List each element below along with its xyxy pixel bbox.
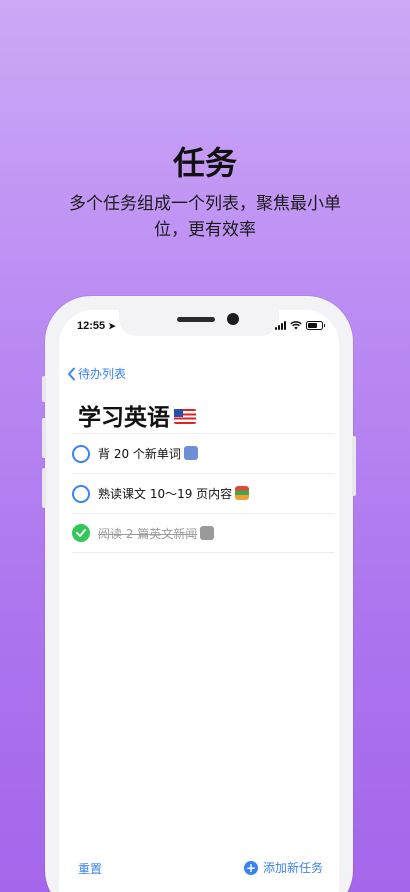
wifi-icon (290, 321, 302, 330)
location-arrow-icon: ➤ (108, 321, 116, 331)
battery-icon (306, 321, 325, 330)
task-checkbox-checked[interactable] (72, 524, 90, 542)
list-title: 学习英语 (78, 398, 196, 432)
plus-icon: + (243, 860, 258, 875)
status-indicators (275, 321, 325, 330)
books-icon (235, 486, 250, 500)
abc-letters-icon (183, 446, 198, 460)
status-time: 12:55 ➤ (77, 320, 116, 332)
task-checkbox[interactable] (72, 444, 90, 463)
add-task-button[interactable]: + 添加新任务 (243, 859, 323, 876)
newspaper-icon (200, 525, 215, 540)
list-title-text: 学习英语 (78, 405, 170, 431)
phone-side-button (42, 418, 46, 458)
phone-side-button (352, 436, 356, 496)
task-row[interactable]: 背 20 个新单词 (72, 433, 334, 473)
phone-side-button (42, 468, 46, 508)
task-list: 背 20 个新单词 熟读课文 10～19 页内容 阅读 2 篇英文新闻 (72, 433, 334, 553)
task-text: 熟读课文 10～19 页内容 (98, 485, 250, 502)
task-text: 阅读 2 篇英文新闻 (98, 525, 215, 542)
speaker (177, 317, 215, 322)
notch (119, 310, 279, 336)
chevron-left-icon (68, 367, 75, 380)
hero-title: 任务 (172, 144, 237, 182)
phone-side-button (42, 376, 46, 402)
phone-screen: 12:55 ➤ 待办列表 学习英语 背 20 个新单词 熟读课文 10～19 页… (59, 310, 339, 892)
back-label: 待办列表 (78, 367, 127, 381)
hero-subtitle: 多个任务组成一个列表，聚焦最小单位，更有效率 (69, 194, 341, 240)
task-row[interactable]: 阅读 2 篇英文新闻 (72, 513, 334, 553)
task-text: 背 20 个新单词 (98, 445, 198, 462)
status-time-text: 12:55 (77, 320, 106, 332)
signal-icon (275, 321, 286, 330)
task-checkbox[interactable] (72, 484, 90, 503)
checkmark-icon (76, 529, 86, 537)
phone-frame: 12:55 ➤ 待办列表 学习英语 背 20 个新单词 熟读课文 10～19 页… (42, 296, 356, 892)
us-flag-icon (174, 409, 196, 424)
back-button[interactable]: 待办列表 (67, 365, 126, 382)
task-row[interactable]: 熟读课文 10～19 页内容 (72, 473, 334, 513)
reset-button[interactable]: 重置 (78, 860, 102, 877)
camera (227, 313, 239, 325)
add-task-label: 添加新任务 (262, 861, 323, 875)
